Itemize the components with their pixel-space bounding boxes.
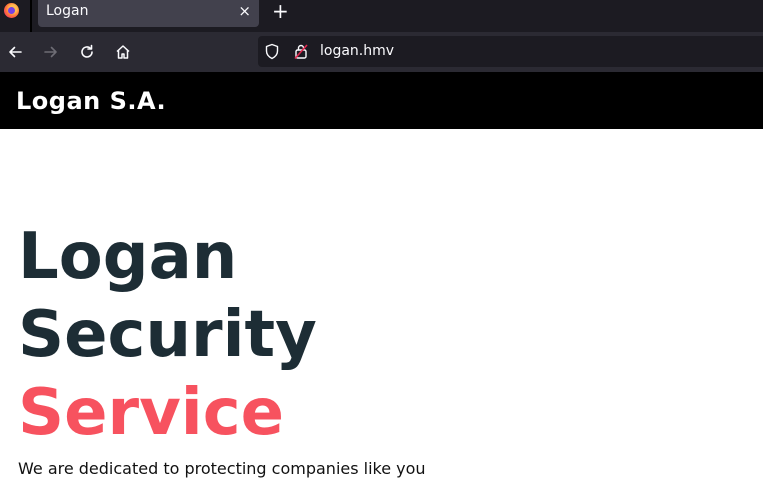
- browser-nav-bar: logan.hmv: [0, 32, 763, 72]
- new-tab-icon[interactable]: +: [272, 0, 289, 23]
- browser-tab-bar: Logan × +: [0, 0, 763, 32]
- reload-icon[interactable]: [76, 41, 98, 63]
- tab-separator: [30, 0, 32, 32]
- hero-tagline: We are dedicated to protecting companies…: [18, 459, 426, 478]
- browser-tab[interactable]: Logan ×: [38, 0, 259, 27]
- forward-icon[interactable]: [40, 41, 62, 63]
- site-header: Logan S.A.: [0, 72, 763, 129]
- tab-title: Logan: [46, 3, 89, 19]
- hero-heading: Logan Security Service: [18, 218, 317, 452]
- hero-line-security: Security: [18, 298, 317, 372]
- firefox-icon[interactable]: [4, 3, 19, 18]
- close-tab-icon[interactable]: ×: [238, 2, 251, 20]
- hero-line-logan: Logan: [18, 220, 238, 294]
- brand-logo[interactable]: Logan S.A.: [16, 87, 166, 115]
- home-icon[interactable]: [112, 41, 134, 63]
- hero-line-service: Service: [18, 376, 285, 450]
- back-icon[interactable]: [4, 41, 26, 63]
- url-text[interactable]: logan.hmv: [320, 43, 394, 59]
- tracking-shield-icon[interactable]: [264, 43, 280, 64]
- insecure-lock-icon[interactable]: [294, 43, 308, 64]
- url-bar[interactable]: logan.hmv: [258, 36, 763, 67]
